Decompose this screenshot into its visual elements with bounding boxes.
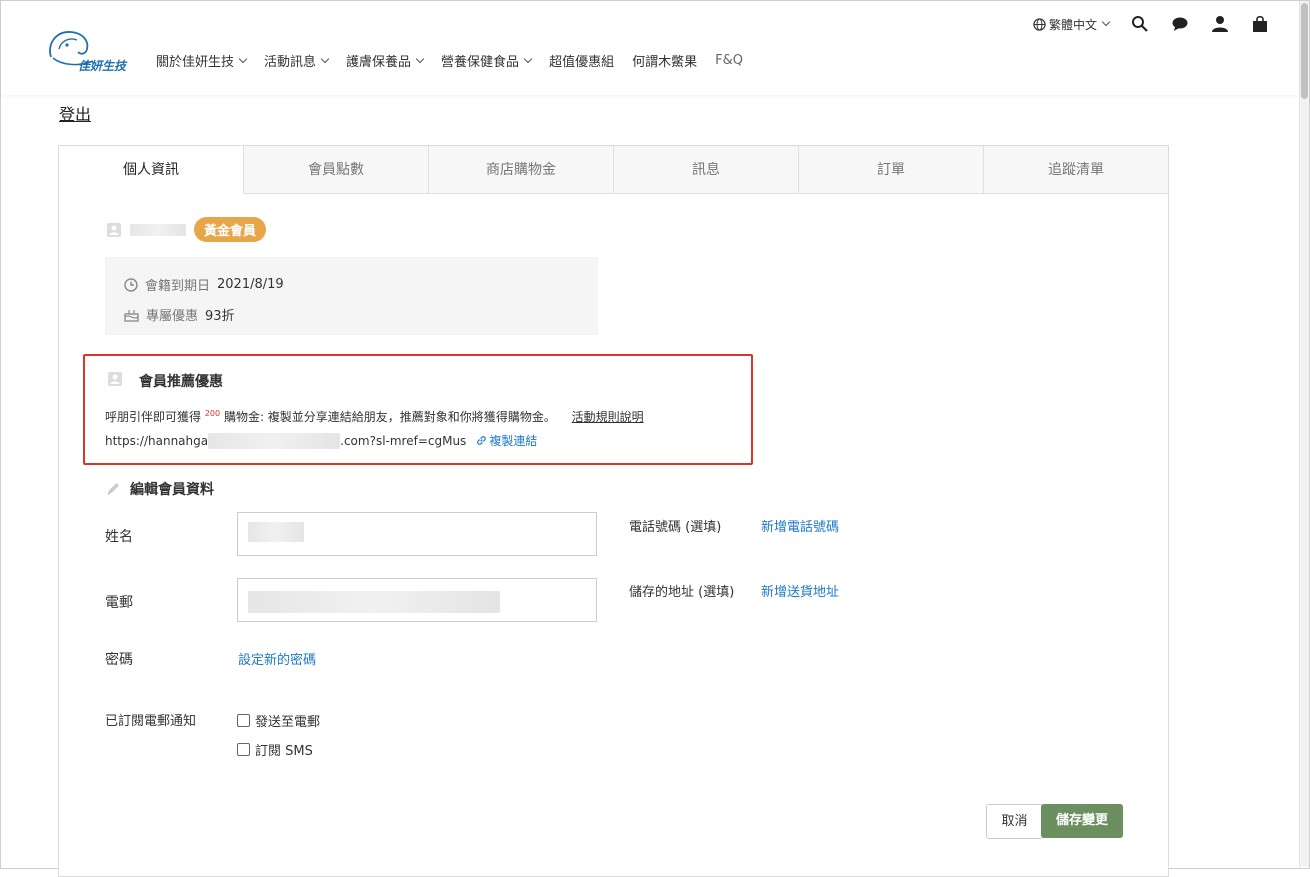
member-card-icon xyxy=(107,222,121,237)
tab-wishlist[interactable]: 追蹤清單 xyxy=(983,146,1168,194)
account-tabs: 個人資訊 會員點數 商店購物金 訊息 訂單 追蹤清單 xyxy=(59,146,1168,194)
name-label: 姓名 xyxy=(105,529,133,545)
search-icon[interactable] xyxy=(1131,15,1149,33)
site-header: 佳妍生技 關於佳妍生技 活動訊息 護膚保養品 營養保健食品 超值優惠組 何謂木鱉… xyxy=(1,1,1299,95)
email-subscription-option: 發送至電郵 xyxy=(237,711,320,730)
referral-rules-link[interactable]: 活動規則說明 xyxy=(572,410,644,424)
sms-subscription-text: 訂閱 SMS xyxy=(255,744,313,759)
chevron-down-icon xyxy=(415,54,425,63)
chevron-down-icon xyxy=(320,54,330,63)
header-actions: 繁體中文 xyxy=(1033,15,1269,33)
phone-label: 電話號碼 (選填) xyxy=(629,520,722,535)
referral-url-row: https://hannahga .com?sl-mref=cgMus 複製連結 xyxy=(105,432,537,449)
nav-item-events[interactable]: 活動訊息 xyxy=(264,51,330,70)
link-icon xyxy=(477,436,487,445)
add-phone-link[interactable]: 新增電話號碼 xyxy=(761,516,839,535)
scrollbar-thumb[interactable] xyxy=(1301,3,1308,99)
referral-section: 會員推薦優惠 呼朋引伴即可獲得 200 購物金: 複製並分享連結給朋友，推薦對象… xyxy=(83,354,753,465)
referral-desc-prefix: 呼朋引伴即可獲得 xyxy=(105,410,202,424)
set-password-link[interactable]: 設定新的密碼 xyxy=(238,649,316,668)
edit-profile-title: 編輯會員資料 xyxy=(130,482,214,498)
address-label: 儲存的地址 (選填) xyxy=(629,585,735,600)
edit-profile-heading: 編輯會員資料 xyxy=(105,479,214,499)
discount-label: 專屬優惠 xyxy=(146,309,199,324)
expiry-value: 2021/8/19 xyxy=(217,277,284,292)
expiry-label: 會籍到期日 xyxy=(145,279,211,294)
referral-amount: 200 xyxy=(204,409,221,418)
tab-profile[interactable]: 個人資訊 xyxy=(59,146,243,194)
expiry-row: 會籍到期日 2021/8/19 xyxy=(124,275,284,294)
user-icon[interactable] xyxy=(1211,15,1229,33)
member-tier-badge: 黃金會員 xyxy=(194,217,267,242)
email-field[interactable] xyxy=(237,578,597,622)
email-redacted xyxy=(248,591,500,613)
nav-label: 活動訊息 xyxy=(264,55,317,70)
tab-points[interactable]: 會員點數 xyxy=(243,146,428,194)
logo[interactable]: 佳妍生技 xyxy=(45,27,131,77)
member-card-icon xyxy=(108,372,122,386)
tab-messages[interactable]: 訊息 xyxy=(613,146,798,194)
copy-link-label: 複製連結 xyxy=(489,434,538,448)
globe-icon xyxy=(1033,17,1046,31)
nav-label: 何謂木鱉果 xyxy=(632,55,698,70)
shopping-bag-icon[interactable] xyxy=(1251,15,1269,33)
referral-description: 呼朋引伴即可獲得 200 購物金: 複製並分享連結給朋友，推薦對象和你將獲得購物… xyxy=(105,408,644,425)
main-nav: 關於佳妍生技 活動訊息 護膚保養品 營養保健食品 超值優惠組 何謂木鱉果 F&Q xyxy=(156,51,743,70)
tab-store-credit[interactable]: 商店購物金 xyxy=(428,146,613,194)
nav-label: 超值優惠組 xyxy=(549,55,615,70)
chat-icon[interactable] xyxy=(1171,15,1189,33)
language-selector[interactable]: 繁體中文 xyxy=(1033,16,1111,33)
referral-url-redacted xyxy=(208,432,341,449)
nav-label: 關於佳妍生技 xyxy=(156,55,235,70)
member-name-redacted xyxy=(130,223,186,236)
sms-subscription-checkbox[interactable] xyxy=(237,743,250,756)
nav-item-gac-fruit[interactable]: 何謂木鱉果 xyxy=(632,51,697,70)
chevron-down-icon xyxy=(238,54,248,63)
nav-label: 營養保健食品 xyxy=(441,55,520,70)
email-label: 電郵 xyxy=(105,595,133,611)
account-panel: 個人資訊 會員點數 商店購物金 訊息 訂單 追蹤清單 黃金會員 會籍到期日 20… xyxy=(58,145,1169,877)
scrollbar[interactable] xyxy=(1299,1,1309,867)
cancel-button[interactable]: 取消 xyxy=(986,804,1043,839)
member-summary: 黃金會員 xyxy=(106,217,267,242)
logo-text: 佳妍生技 xyxy=(78,59,127,73)
nav-label: F&Q xyxy=(715,53,743,68)
chevron-down-icon xyxy=(523,54,533,63)
name-redacted xyxy=(248,522,304,542)
sms-subscription-option: 訂閱 SMS xyxy=(237,740,313,759)
referral-title: 會員推薦優惠 xyxy=(139,374,223,390)
pencil-icon xyxy=(107,483,119,495)
add-address-link[interactable]: 新增送貨地址 xyxy=(761,581,839,600)
referral-url-suffix: .com?sl-mref=cgMus xyxy=(340,433,467,448)
nav-item-bundles[interactable]: 超值優惠組 xyxy=(549,51,614,70)
email-subscription-text: 發送至電郵 xyxy=(255,715,321,730)
subscription-label: 已訂閱電郵通知 xyxy=(105,714,197,729)
nav-item-faq[interactable]: F&Q xyxy=(715,51,743,70)
membership-info-box: 會籍到期日 2021/8/19 專屬優惠 93折 xyxy=(105,257,598,335)
nav-item-about[interactable]: 關於佳妍生技 xyxy=(156,51,248,70)
tab-orders[interactable]: 訂單 xyxy=(798,146,983,194)
discount-row: 專屬優惠 93折 xyxy=(124,305,235,324)
email-subscription-checkbox[interactable] xyxy=(237,714,250,727)
nav-label: 護膚保養品 xyxy=(346,55,412,70)
name-field[interactable] xyxy=(237,512,597,556)
copy-link-button[interactable]: 複製連結 xyxy=(476,432,537,449)
discount-value: 93折 xyxy=(205,309,235,324)
nav-item-skincare[interactable]: 護膚保養品 xyxy=(346,51,425,70)
password-label: 密碼 xyxy=(105,652,133,668)
logout-link[interactable]: 登出 xyxy=(59,101,91,125)
language-label: 繁體中文 xyxy=(1048,17,1097,32)
nav-item-supplements[interactable]: 營養保健食品 xyxy=(441,51,533,70)
referral-url-prefix: https://hannahga xyxy=(105,433,209,448)
cake-icon xyxy=(124,309,139,322)
chevron-down-icon xyxy=(1101,17,1111,27)
save-button[interactable]: 儲存變更 xyxy=(1041,804,1123,838)
referral-desc-suffix: 購物金: 複製並分享連結給朋友，推薦對象和你將獲得購物金。 xyxy=(223,410,556,424)
clock-icon xyxy=(124,277,138,292)
